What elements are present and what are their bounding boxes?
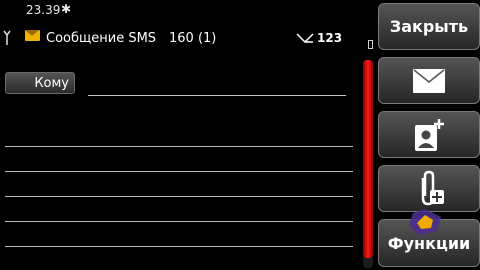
to-recipient-button[interactable]: Кому [5,72,75,94]
to-label: Кому [34,76,69,91]
scrollbar[interactable] [363,60,373,268]
scrollbar-thumb[interactable] [363,60,373,258]
attach-button[interactable] [378,165,480,212]
text-line [5,196,353,197]
add-contact-icon [415,118,444,151]
close-button[interactable]: Закрыть [378,3,480,50]
clock-time: 23.39 [26,3,61,17]
watermark-logo-icon [409,209,441,235]
message-size: 123 [317,31,343,45]
signal-icon [3,30,11,45]
text-line [5,146,353,147]
recipient-input[interactable] [88,95,346,96]
battery-icon [368,40,373,49]
character-counter: 160 (1) [169,31,217,46]
text-line [5,221,353,222]
envelope-icon [25,30,40,41]
attach-icon [421,170,444,205]
text-line [5,246,353,247]
send-message-button[interactable] [378,57,480,104]
add-recipient-button[interactable] [378,111,480,158]
send-icon [296,33,314,43]
mail-icon [413,68,445,93]
text-line [5,171,353,172]
bluetooth-icon: ✱ [61,2,72,16]
message-type-title: Сообщение SMS [46,31,157,46]
message-body-input[interactable] [5,146,353,270]
close-button-label: Закрыть [389,17,469,36]
